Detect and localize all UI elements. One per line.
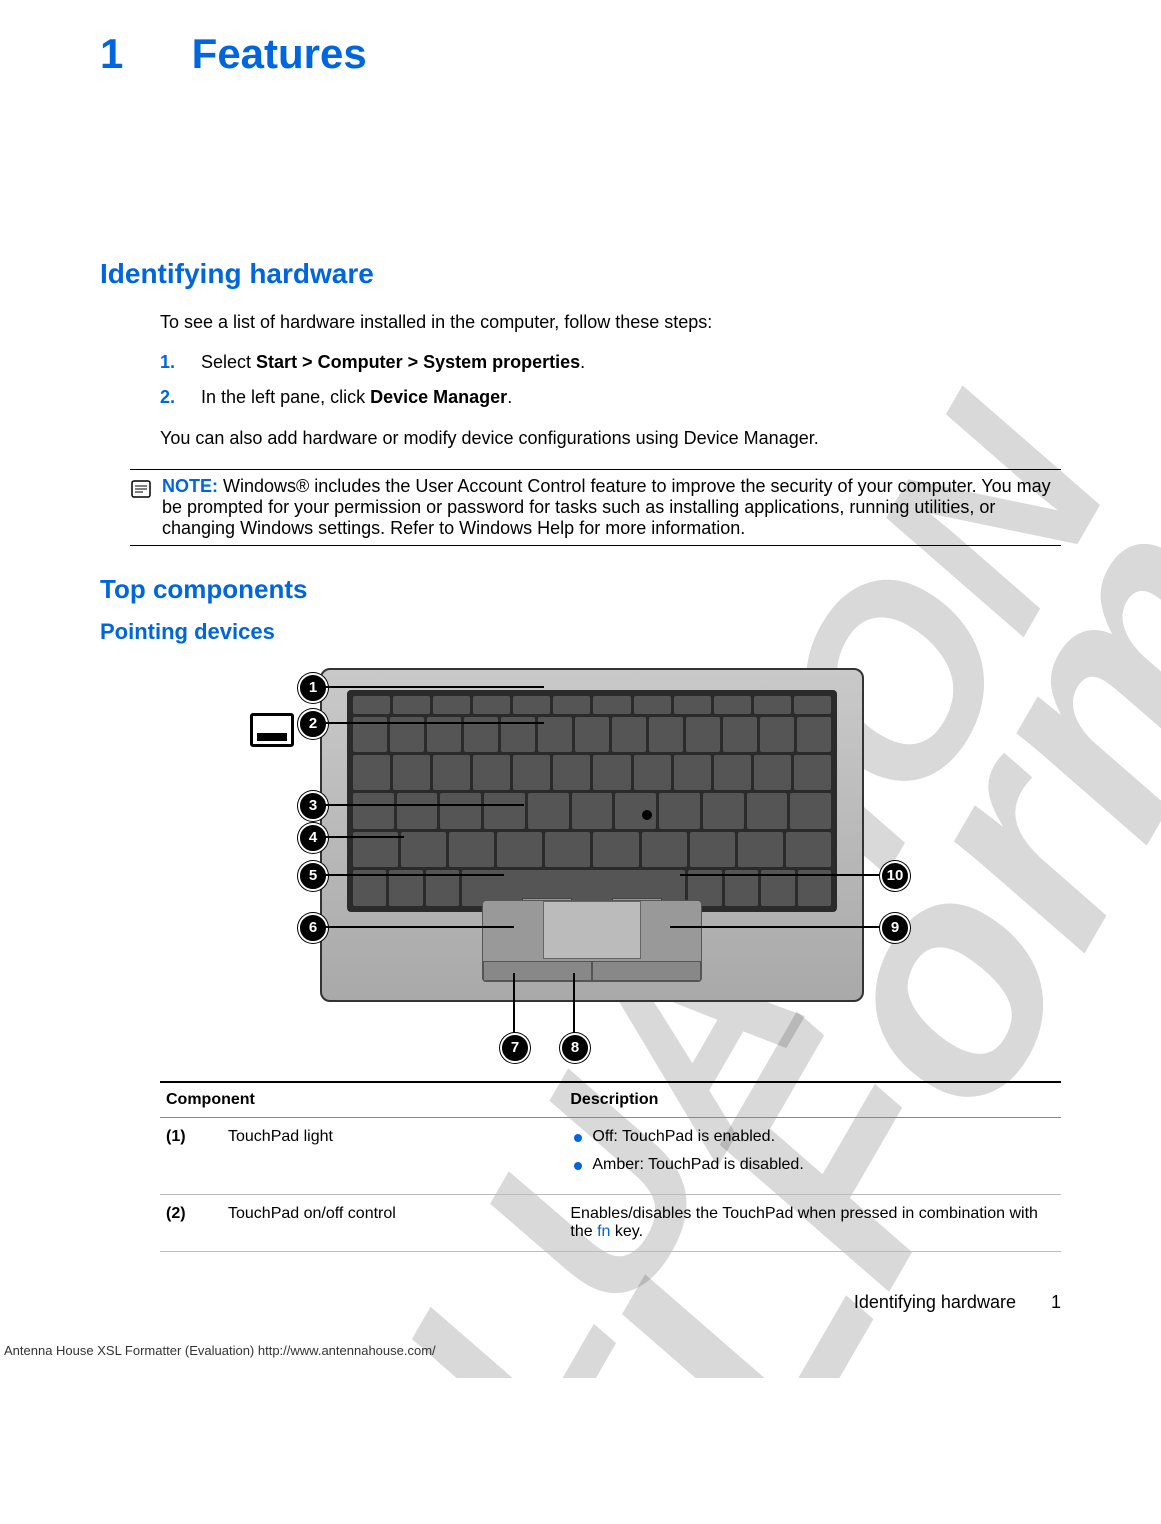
laptop-diagram: 1 2 3 4 5 6 7 8 9 10: [190, 663, 910, 1063]
chapter-title: Features: [192, 30, 367, 77]
page-footer: Identifying hardware 1: [100, 1292, 1061, 1313]
page-content: 1 Features Identifying hardware To see a…: [0, 0, 1161, 1378]
note-icon: [130, 478, 154, 539]
callout-3: 3: [298, 791, 328, 821]
step-2: 2. In the left pane, click Device Manage…: [160, 387, 1061, 408]
callout-5: 5: [298, 861, 328, 891]
chapter-number: 1: [100, 30, 180, 78]
callout-9: 9: [880, 913, 910, 943]
note-block: NOTE: Windows® includes the User Account…: [130, 469, 1061, 546]
section-identifying-hardware: Identifying hardware: [100, 258, 1061, 290]
step-number: 1.: [160, 352, 196, 373]
note-label: NOTE:: [162, 476, 218, 496]
callout-8: 8: [560, 1033, 590, 1063]
step-1: 1. Select Start > Computer > System prop…: [160, 352, 1061, 373]
subsection-pointing-devices: Pointing devices: [100, 619, 1061, 645]
callout-1: 1: [298, 673, 328, 703]
fn-key-link: fn: [597, 1223, 610, 1240]
callout-2: 2: [298, 709, 328, 739]
callout-7: 7: [500, 1033, 530, 1063]
chapter-heading: 1 Features: [100, 30, 1061, 78]
after-steps-text: You can also add hardware or modify devi…: [160, 426, 1061, 450]
th-description: Description: [564, 1082, 1061, 1118]
intro-text: To see a list of hardware installed in t…: [160, 310, 1061, 334]
step-number: 2.: [160, 387, 196, 408]
note-text: Windows® includes the User Account Contr…: [162, 476, 1051, 538]
callout-10: 10: [880, 861, 910, 891]
callout-4: 4: [298, 823, 328, 853]
table-row: (1) TouchPad light Off: TouchPad is enab…: [160, 1117, 1061, 1194]
callout-6: 6: [298, 913, 328, 943]
components-table: Component Description (1) TouchPad light…: [160, 1081, 1061, 1252]
section-top-components: Top components: [100, 574, 1061, 605]
th-component: Component: [160, 1082, 564, 1118]
page-number: 1: [1051, 1292, 1061, 1313]
touchpad-icon: [250, 713, 294, 747]
table-row: (2) TouchPad on/off control Enables/disa…: [160, 1194, 1061, 1251]
evaluation-footer: Antenna House XSL Formatter (Evaluation)…: [0, 1343, 1061, 1358]
